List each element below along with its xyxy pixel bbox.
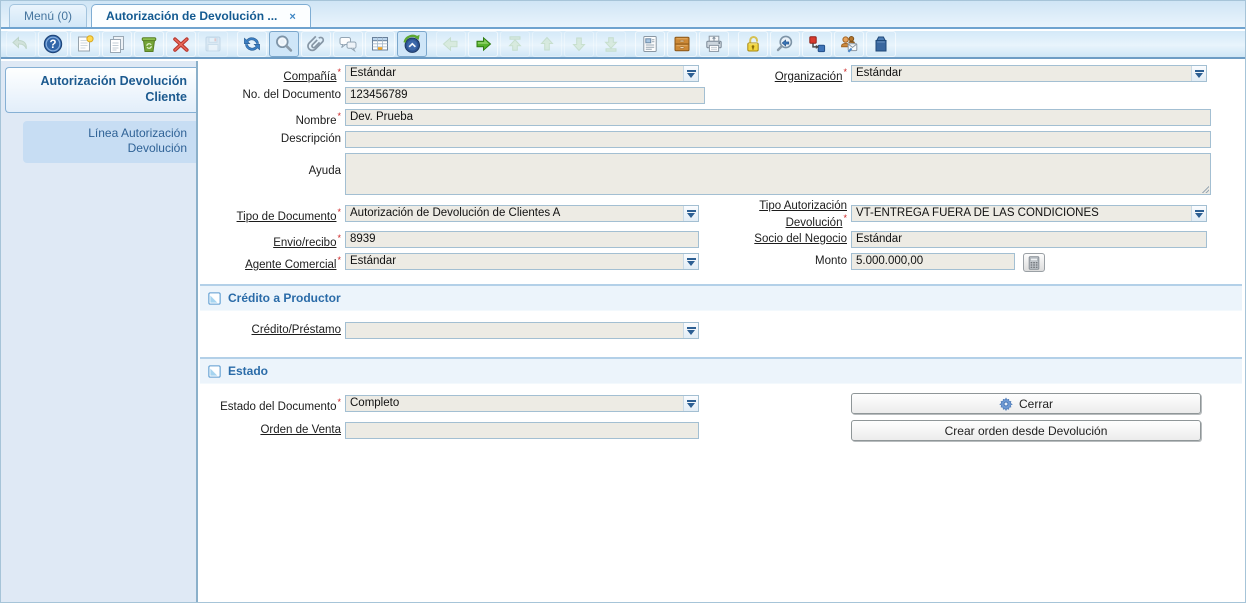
chevron-down-icon[interactable] (683, 206, 698, 221)
next-record-icon (564, 31, 594, 57)
attachment-icon[interactable] (301, 31, 331, 57)
agente-comercial-label[interactable]: Agente Comercial* (200, 255, 341, 272)
credito-prestamo-label[interactable]: Crédito/Préstamo (200, 324, 341, 337)
nombre-field[interactable]: Dev. Prueba (345, 109, 1211, 126)
orden-venta-label[interactable]: Orden de Venta (200, 424, 341, 437)
monto-label: Monto (815, 255, 847, 267)
chevron-down-icon[interactable] (683, 66, 698, 81)
no-documento-label: No. del Documento (242, 89, 341, 101)
refresh-icon[interactable] (237, 31, 267, 57)
archive-icon[interactable] (667, 31, 697, 57)
form-panel: Compañía* Estándar Organización* Estánda… (200, 61, 1245, 602)
required-marker: * (337, 233, 341, 243)
tab-autorizacion-devolucion[interactable]: Autorización de Devolución ... × (91, 4, 311, 27)
chevron-down-icon[interactable] (683, 323, 698, 338)
estado-documento-select[interactable]: Completo (345, 395, 699, 412)
agente-comercial-select[interactable]: Estándar (345, 253, 699, 270)
ayuda-label: Ayuda (308, 165, 341, 177)
requests-icon[interactable] (834, 31, 864, 57)
gear-icon (999, 397, 1013, 411)
sidebar: Autorización Devolución Cliente Línea Au… (1, 61, 198, 602)
credito-prestamo-select[interactable] (345, 322, 699, 339)
undo-icon (6, 31, 36, 57)
descripcion-field[interactable] (345, 131, 1211, 148)
previous-record-icon (532, 31, 562, 57)
chevron-down-icon[interactable] (1191, 66, 1206, 81)
last-record-icon (596, 31, 626, 57)
delete-record-icon[interactable] (134, 31, 164, 57)
print-icon[interactable] (699, 31, 729, 57)
sidebar-item-linea-autorizacion-devolucion[interactable]: Línea Autorización Devolución (23, 120, 196, 163)
workflow-icon[interactable] (802, 31, 832, 57)
envio-recibo-label[interactable]: Envio/recibo* (200, 233, 341, 250)
sidebar-item-autorizacion-devolucion-cliente[interactable]: Autorización Devolución Cliente (5, 67, 196, 113)
required-marker: * (337, 255, 341, 265)
monto-field[interactable]: 5.000.000,00 (851, 253, 1015, 270)
compania-label[interactable]: Compañía* (200, 67, 341, 84)
organizacion-select[interactable]: Estándar (851, 65, 1207, 82)
organizacion-label[interactable]: Organización* (742, 67, 847, 84)
required-marker: * (843, 67, 847, 77)
parent-record-icon (436, 31, 466, 57)
socio-negocio-field[interactable]: Estándar (851, 231, 1207, 248)
tipo-documento-select[interactable]: Autorización de Devolución de Clientes A (345, 205, 699, 222)
save-icon (198, 31, 228, 57)
toolbar-separator (230, 31, 235, 57)
calculator-button[interactable] (1023, 253, 1045, 272)
product-info-icon[interactable] (866, 31, 896, 57)
chevron-down-icon[interactable] (683, 396, 698, 411)
lock-icon[interactable] (738, 31, 768, 57)
envio-recibo-field[interactable]: 8939 (345, 231, 699, 248)
delete-selection-icon[interactable] (166, 31, 196, 57)
toolbar (1, 31, 1245, 59)
estado-documento-label: Estado del Documento* (220, 397, 341, 413)
tab-bar: Menú (0) Autorización de Devolución ... × (1, 1, 1245, 29)
required-marker: * (337, 397, 341, 407)
toolbar-separator (628, 31, 633, 57)
close-tab-icon[interactable]: × (289, 11, 295, 23)
section-estado: Estado (200, 357, 1242, 384)
toolbar-separator (731, 31, 736, 57)
grid-toggle-icon[interactable] (365, 31, 395, 57)
required-marker: * (337, 67, 341, 77)
zoom-across-icon[interactable] (770, 31, 800, 57)
cerrar-button[interactable]: Cerrar (851, 393, 1201, 414)
section-credito-productor: Crédito a Productor (200, 284, 1242, 311)
ayuda-textarea[interactable] (345, 153, 1211, 195)
window: Menú (0) Autorización de Devolución ... ×… (0, 0, 1246, 603)
help-icon[interactable] (38, 31, 68, 57)
tipo-documento-label[interactable]: Tipo de Documento* (200, 207, 341, 224)
required-marker: * (843, 213, 847, 224)
collapse-section-icon[interactable] (208, 365, 221, 378)
chat-icon[interactable] (333, 31, 363, 57)
nombre-label: Nombre* (295, 111, 341, 127)
tipo-autorizacion-select[interactable]: VT-ENTREGA FUERA DE LAS CONDICIONES (851, 205, 1207, 222)
required-marker: * (337, 207, 341, 217)
chevron-down-icon[interactable] (1191, 206, 1206, 221)
copy-record-icon[interactable] (102, 31, 132, 57)
tab-label: Autorización de Devolución ... (106, 9, 278, 23)
section-title: Estado (228, 364, 269, 378)
socio-negocio-label[interactable]: Socio del Negocio (742, 233, 847, 246)
history-icon[interactable] (397, 31, 427, 57)
crear-orden-button[interactable]: Crear orden desde Devolución (851, 420, 1201, 441)
first-record-icon (500, 31, 530, 57)
collapse-section-icon[interactable] (208, 292, 221, 305)
descripcion-label: Descripción (280, 133, 341, 145)
find-icon[interactable] (269, 31, 299, 57)
no-documento-field[interactable]: 123456789 (345, 87, 705, 104)
chevron-down-icon[interactable] (683, 254, 698, 269)
new-record-icon[interactable] (70, 31, 100, 57)
toolbar-separator (429, 31, 434, 57)
orden-venta-field[interactable] (345, 422, 699, 439)
required-marker: * (337, 111, 341, 121)
compania-select[interactable]: Estándar (345, 65, 699, 82)
section-title: Crédito a Productor (228, 291, 341, 305)
tab-menu[interactable]: Menú (0) (9, 4, 88, 27)
report-icon[interactable] (635, 31, 665, 57)
detail-record-icon[interactable] (468, 31, 498, 57)
tipo-autorizacion-label[interactable]: Tipo Autorización Devolución* (742, 200, 847, 230)
